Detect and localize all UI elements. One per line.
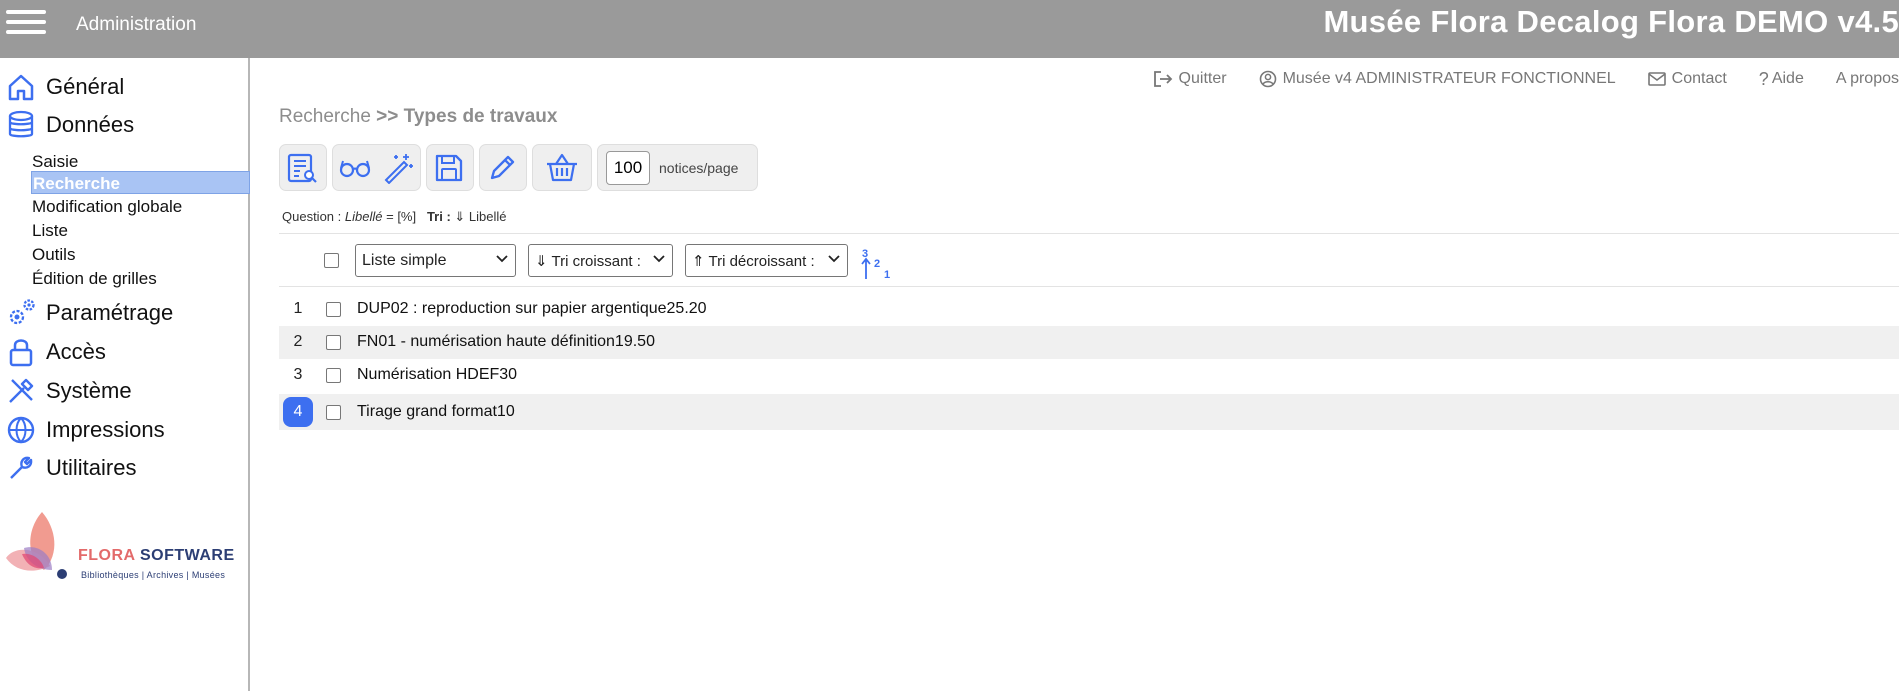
row-checkbox[interactable]	[326, 405, 341, 420]
sidebar-subitem-liste[interactable]: Liste	[31, 219, 250, 242]
divider	[279, 233, 1899, 234]
tools-icon	[9, 378, 34, 403]
sidebar-item-label: Impressions	[46, 417, 165, 442]
row-checkbox[interactable]	[326, 368, 341, 383]
magic-wand-icon	[384, 153, 414, 184]
row-checkbox[interactable]	[326, 335, 341, 350]
hamburger-menu-icon[interactable]	[6, 6, 46, 38]
breadcrumb: Recherche >> Types de travaux	[279, 106, 558, 127]
search-list-button[interactable]	[280, 148, 324, 188]
sidebar-item-label: Utilitaires	[46, 455, 137, 480]
sort-numeric-icon[interactable]: 3 2 1	[860, 246, 894, 280]
toolbar-group-basket	[532, 144, 592, 191]
table-row[interactable]: 2 FN01 - numérisation haute définition19…	[279, 326, 1899, 359]
table-row[interactable]: 3 Numérisation HDEF30	[279, 359, 1899, 392]
glasses-icon	[339, 160, 370, 177]
basket-icon	[547, 153, 577, 181]
row-label[interactable]: Tirage grand format10	[357, 403, 515, 421]
query-summary: Question : Libellé = [%] Tri : ⇓ Libellé	[282, 209, 507, 224]
pencil-icon	[490, 155, 515, 179]
sidebar: Général Données Saisie Recherche Modific…	[0, 58, 250, 691]
sidebar-item-acces[interactable]: Accès	[6, 335, 106, 369]
search-list-icon	[287, 153, 317, 183]
save-icon	[435, 154, 463, 181]
help-icon: ?	[1758, 68, 1769, 89]
sidebar-subitem-recherche[interactable]: Recherche	[31, 171, 250, 194]
brand-title: Musée Flora Decalog Flora DEMO v4.5	[1323, 4, 1899, 39]
svg-text:1: 1	[884, 269, 890, 280]
quit-link[interactable]: Quitter	[1153, 70, 1227, 88]
sidebar-item-general[interactable]: Général	[6, 70, 124, 104]
chevron-down-icon	[496, 255, 508, 263]
logo-tagline: Bibliothèques | Archives | Musées	[81, 570, 226, 580]
sidebar-subitem-modification-globale[interactable]: Modification globale	[31, 195, 250, 218]
breadcrumb-current: Types de travaux	[403, 106, 558, 127]
toolbar-group-per-page: notices/page	[597, 144, 758, 191]
sidebar-subitem-edition-grilles[interactable]: Édition de grilles	[31, 267, 250, 290]
table-row[interactable]: 4 Tirage grand format10	[279, 394, 1899, 430]
sidebar-item-donnees[interactable]: Données	[6, 108, 134, 142]
chevron-down-icon	[828, 255, 840, 263]
per-page-input[interactable]	[606, 150, 650, 185]
chevron-down-icon	[653, 255, 665, 263]
sidebar-subitem-saisie[interactable]: Saisie	[31, 150, 250, 173]
user-icon	[1259, 70, 1276, 88]
sidebar-item-label: Système	[46, 378, 132, 403]
about-link[interactable]: A propos	[1836, 70, 1899, 88]
top-links: Quitter Musée v4 ADMINISTRATEUR FONCTION…	[1121, 66, 1899, 92]
globe-icon	[7, 416, 35, 444]
row-number: 3	[293, 366, 303, 383]
top-bar: Administration Musée Flora Decalog Flora…	[0, 0, 1899, 58]
lock-icon	[9, 339, 33, 367]
logo-text: FLORA SOFTWARE	[78, 547, 235, 564]
basket-button[interactable]	[533, 148, 591, 188]
app-title: Administration	[76, 14, 197, 35]
save-button[interactable]	[427, 148, 471, 188]
sidebar-item-label: Paramétrage	[46, 300, 174, 325]
user-link[interactable]: Musée v4 ADMINISTRATEUR FONCTIONNEL	[1259, 70, 1616, 88]
sidebar-item-utilitaires[interactable]: Utilitaires	[6, 451, 136, 485]
per-page-label: notices/page	[659, 159, 739, 176]
toolbar-group-edit	[479, 144, 527, 191]
row-label[interactable]: Numérisation HDEF30	[357, 366, 517, 384]
gears-icon	[9, 299, 35, 325]
database-icon	[8, 110, 34, 138]
row-checkbox[interactable]	[326, 302, 341, 317]
sidebar-item-label: Accès	[46, 339, 106, 364]
row-number: 1	[293, 300, 303, 317]
sidebar-item-label: Données	[46, 112, 135, 137]
divider	[279, 286, 1899, 287]
edit-button[interactable]	[480, 148, 524, 188]
mail-icon	[1647, 72, 1666, 86]
table-row[interactable]: 1 DUP02 : reproduction sur papier argent…	[279, 293, 1899, 326]
contact-link[interactable]: Contact	[1647, 70, 1727, 88]
sidebar-subitem-outils[interactable]: Outils	[31, 243, 250, 266]
sidebar-item-systeme[interactable]: Système	[6, 374, 132, 408]
toolbar-group-save	[426, 144, 474, 191]
view-button[interactable]	[333, 148, 377, 188]
magic-wand-button[interactable]	[377, 148, 421, 188]
display-mode-select[interactable]: Liste simple	[355, 244, 516, 277]
toolbar-group-list	[279, 144, 327, 191]
sort-descending-select[interactable]: ⇑ Tri décroissant :	[685, 244, 848, 277]
sort-ascending-select[interactable]: ⇓ Tri croissant :	[528, 244, 673, 277]
svg-text:3: 3	[862, 248, 868, 260]
row-label[interactable]: FN01 - numérisation haute définition19.5…	[357, 333, 655, 351]
toolbar-group-view	[332, 144, 421, 191]
row-label[interactable]: DUP02 : reproduction sur papier argentiq…	[357, 300, 707, 318]
help-link[interactable]: ? Aide	[1759, 69, 1804, 90]
sidebar-item-label: Général	[46, 74, 125, 99]
wrench-icon	[10, 456, 33, 479]
sidebar-item-parametrage[interactable]: Paramétrage	[6, 296, 173, 330]
svg-text:2: 2	[874, 258, 880, 270]
breadcrumb-parent[interactable]: Recherche	[279, 106, 371, 127]
select-all-checkbox[interactable]	[324, 253, 339, 268]
row-number: 2	[293, 333, 303, 350]
logout-icon	[1153, 71, 1172, 87]
sidebar-item-impressions[interactable]: Impressions	[6, 413, 165, 447]
home-icon	[8, 74, 34, 101]
row-number-badge: 4	[283, 397, 313, 427]
